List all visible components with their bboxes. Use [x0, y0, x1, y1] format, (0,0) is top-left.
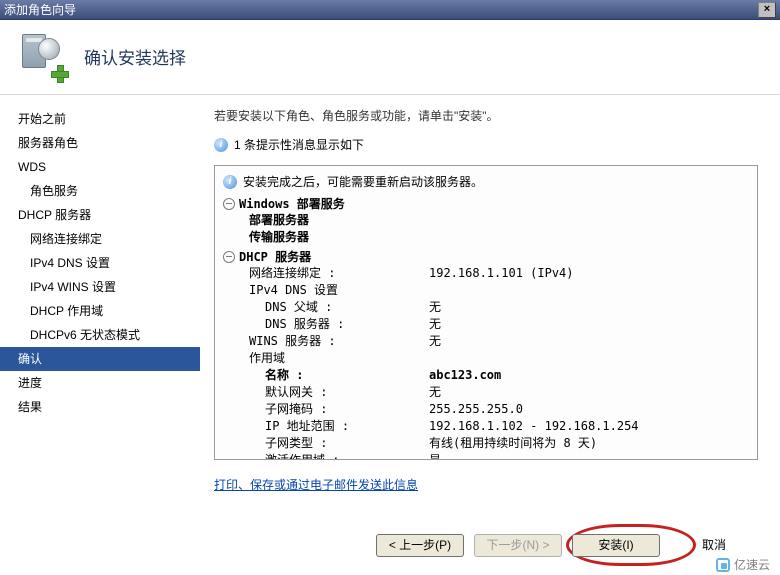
prev-button[interactable]: < 上一步(P) [376, 534, 464, 557]
section-dhcp[interactable]: – DHCP 服务器 [223, 248, 749, 265]
button-row: < 上一步(P) 下一步(N) > 安装(I) 取消 [376, 534, 758, 557]
kv-row: 作用域 [223, 350, 749, 367]
install-button[interactable]: 安装(I) [572, 534, 660, 557]
collapse-icon[interactable]: – [223, 198, 235, 210]
sidebar-item[interactable]: DHCP 服务器 [0, 203, 200, 227]
kv-row: IPv4 DNS 设置 [223, 282, 749, 299]
sidebar-item-selected[interactable]: 确认 [0, 347, 200, 371]
restart-note-row: i 安装完成之后，可能需要重新启动该服务器。 [223, 173, 749, 190]
sidebar-item[interactable]: IPv4 DNS 设置 [0, 251, 200, 275]
kv-row: IP 地址范围 :192.168.1.102 - 192.168.1.254 [223, 418, 749, 435]
intro-text: 若要安装以下角色、角色服务或功能，请单击"安装"。 [214, 107, 758, 124]
wizard-content: 若要安装以下角色、角色服务或功能，请单击"安装"。 i 1 条提示性消息显示如下… [200, 95, 780, 575]
kv-row: 名称 :abc123.com [223, 367, 749, 384]
wizard-body: 开始之前 服务器角色 WDS 角色服务 DHCP 服务器 网络连接绑定 IPv4… [0, 95, 780, 575]
kv-row: DNS 父域 :无 [223, 299, 749, 316]
kv-row: 子网掩码 :255.255.255.0 [223, 401, 749, 418]
restart-note: 安装完成之后，可能需要重新启动该服务器。 [243, 173, 483, 190]
window-titlebar: 添加角色向导 × [0, 0, 780, 20]
sidebar-item[interactable]: 角色服务 [0, 179, 200, 203]
info-icon: i [214, 138, 228, 152]
kv-row: 网络连接绑定 :192.168.1.101 (IPv4) [223, 265, 749, 282]
info-count-text: 1 条提示性消息显示如下 [234, 136, 364, 153]
sidebar-item[interactable]: 开始之前 [0, 107, 200, 131]
sidebar-item[interactable]: 进度 [0, 371, 200, 395]
collapse-icon[interactable]: – [223, 251, 235, 263]
page-title: 确认安装选择 [84, 44, 186, 69]
sidebar-item[interactable]: IPv4 WINS 设置 [0, 275, 200, 299]
wds-item: 部署服务器 [223, 212, 749, 229]
watermark-icon [716, 558, 730, 572]
kv-row: DNS 服务器 :无 [223, 316, 749, 333]
send-info-link[interactable]: 打印、保存或通过电子邮件发送此信息 [214, 476, 418, 493]
section-title: DHCP 服务器 [239, 248, 311, 265]
sidebar-item[interactable]: WDS [0, 155, 200, 179]
wizard-footer: < 上一步(P) 下一步(N) > 安装(I) 取消 [214, 516, 758, 557]
window-title: 添加角色向导 [4, 0, 76, 20]
watermark: 亿速云 [716, 556, 770, 573]
info-icon: i [223, 175, 237, 189]
kv-row: 默认网关 :无 [223, 384, 749, 401]
details-box: i 安装完成之后，可能需要重新启动该服务器。 – Windows 部署服务 部署… [214, 165, 758, 460]
kv-row: WINS 服务器 :无 [223, 333, 749, 350]
sidebar-item[interactable]: DHCP 作用域 [0, 299, 200, 323]
section-title: Windows 部署服务 [239, 195, 345, 212]
kv-row: 子网类型 :有线(租用持续时间将为 8 天) [223, 435, 749, 452]
kv-row: 激活作用域 :是 [223, 452, 749, 460]
wds-item: 传输服务器 [223, 229, 749, 246]
watermark-text: 亿速云 [734, 556, 770, 573]
next-button: 下一步(N) > [474, 534, 562, 557]
cancel-button[interactable]: 取消 [670, 534, 758, 557]
sidebar-item[interactable]: 网络连接绑定 [0, 227, 200, 251]
sidebar-item[interactable]: DHCPv6 无状态模式 [0, 323, 200, 347]
wizard-header: 确认安装选择 [0, 20, 780, 95]
sidebar-item[interactable]: 服务器角色 [0, 131, 200, 155]
info-count-row: i 1 条提示性消息显示如下 [214, 136, 758, 153]
wizard-icon [18, 32, 66, 80]
section-wds[interactable]: – Windows 部署服务 [223, 195, 749, 212]
wizard-sidebar: 开始之前 服务器角色 WDS 角色服务 DHCP 服务器 网络连接绑定 IPv4… [0, 95, 200, 575]
close-icon[interactable]: × [758, 2, 776, 18]
sidebar-item[interactable]: 结果 [0, 395, 200, 419]
